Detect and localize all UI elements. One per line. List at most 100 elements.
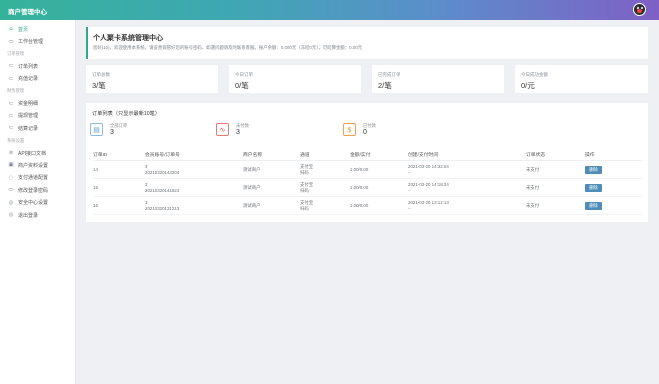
- order-number: 20210320131213: [145, 205, 180, 211]
- orders-table: 订单ID 会员账号/订单号 商户名称 通道 金额/实付 创建/支付时间 订单状态…: [93, 148, 642, 215]
- channel-type: 扫码: [300, 169, 309, 175]
- merchant-name: 测试商户: [243, 196, 300, 215]
- sidebar-item-label: 充值记录: [18, 76, 39, 83]
- sidebar-item-label: 修改登录密码: [18, 187, 49, 194]
- order-account-cell: 3 20210320131213: [145, 196, 243, 215]
- merchant-name: 测试商户: [243, 178, 300, 197]
- summary-value: 3: [110, 129, 114, 136]
- sidebar-item-label: API接口文档: [18, 150, 47, 157]
- column-header: 商户名称: [243, 148, 300, 161]
- avatar[interactable]: [633, 3, 646, 16]
- sidebar-section-settings: 系统设置: [7, 137, 25, 143]
- stat-value: 0/元: [521, 81, 535, 90]
- delete-button[interactable]: 删除: [585, 201, 602, 210]
- sidebar-item-password[interactable]: ▭ 修改登录密码: [0, 184, 75, 196]
- sidebar-item-label: 工作台管理: [18, 39, 44, 46]
- action-cell: 删除: [585, 196, 642, 215]
- sidebar-section-finance: 财务管理: [7, 88, 25, 94]
- sidebar: ⌂ 首页 ▭ 工作台管理 订单管理 ⊂ 订单列表 ⊂ 充值记录 财务管理 ⊂ 资…: [0, 20, 76, 384]
- sidebar-item-api[interactable]: ≋ API接口文档: [0, 147, 75, 159]
- summary-all-orders: ▤ 全部订单 3: [90, 122, 180, 137]
- order-id: 15: [93, 178, 145, 197]
- sidebar-item-label: 资金明细: [18, 101, 39, 108]
- order-id: 14: [93, 160, 145, 179]
- api-icon: ≋: [8, 150, 14, 157]
- column-header: 订单ID: [93, 148, 145, 161]
- sidebar-item-label: 退出登录: [18, 212, 39, 219]
- security-icon: ◎: [8, 199, 14, 206]
- orders-title: 订单列表（只显示最新10笔）: [92, 111, 161, 117]
- channel-icon: ◌: [8, 174, 14, 181]
- stat-label: 已完成订单: [378, 72, 401, 77]
- sidebar-item-order-list[interactable]: ⊂ 订单列表: [0, 60, 75, 72]
- table-row: 16 3 20210320131213 测试商户 支付宝 扫码 1.00/0.0…: [93, 196, 642, 215]
- sidebar-item-label: 商户资料设置: [18, 162, 49, 169]
- sidebar-item-funds[interactable]: ⊂ 资金明细: [0, 97, 75, 109]
- summary-paid: $ 已付款 0: [343, 122, 433, 137]
- order-account-cell: 3 20210320143204: [145, 160, 243, 179]
- status-badge: 未支付: [526, 196, 585, 215]
- sidebar-menu: ⌂ 首页 ▭ 工作台管理 订单管理 ⊂ 订单列表 ⊂ 充值记录 财务管理 ⊂ 资…: [0, 23, 75, 221]
- logout-icon: ◎: [8, 212, 14, 219]
- sidebar-item-label: 结算记录: [18, 125, 39, 132]
- sidebar-item-logout[interactable]: ◎ 退出登录: [0, 209, 75, 221]
- sidebar-item-label: 首页: [18, 26, 29, 33]
- list-icon: ⊂: [8, 63, 14, 70]
- stat-value: 2/笔: [378, 81, 392, 90]
- page-title: 个人聚卡系统管理中心: [93, 35, 163, 42]
- stat-label: 今日订单: [235, 72, 253, 77]
- sidebar-section-orders: 订单管理: [7, 50, 25, 56]
- orders-icon: ▤: [90, 123, 103, 136]
- sidebar-item-settlement[interactable]: ⊂ 结算记录: [0, 122, 75, 134]
- column-header: 会员账号/订单号: [145, 148, 243, 161]
- app-title: 商户管理中心: [8, 9, 47, 16]
- user-avatar-icon: [637, 9, 642, 13]
- sidebar-item-label: 订单列表: [18, 63, 39, 70]
- sidebar-item-dashboard[interactable]: ▭ 工作台管理: [0, 35, 75, 47]
- table-row: 14 3 20210320143204 测试商户 支付宝 扫码 1.00/0.0…: [93, 160, 642, 179]
- order-account-cell: 3 20210320141824: [145, 178, 243, 197]
- merchant-name: 测试商户: [243, 160, 300, 179]
- sidebar-item-profile[interactable]: ▣ 商户资料设置: [0, 159, 75, 171]
- column-header: 通道: [300, 148, 350, 161]
- stat-card-completed-orders: 已完成订单 2/笔: [372, 65, 504, 93]
- list-icon: ⊂: [8, 125, 14, 132]
- channel-cell: 支付宝 扫码: [300, 196, 350, 215]
- unpaid-icon: ∿: [216, 123, 229, 136]
- channel-cell: 支付宝 扫码: [300, 160, 350, 179]
- stat-card-total-orders: 订单总数 3/笔: [86, 65, 218, 93]
- paid-time: --: [408, 205, 411, 211]
- orders-card: 订单列表（只显示最新10笔） ▤ 全部订单 3 ∿ 未付款 3 $ 已付款 0 …: [86, 103, 648, 222]
- stat-value: 3/笔: [92, 81, 106, 90]
- password-icon: ▭: [8, 187, 14, 194]
- sidebar-item-withdraw[interactable]: ⊂ 提现管理: [0, 110, 75, 122]
- sidebar-item-channel[interactable]: ◌ 支付通道配置: [0, 172, 75, 184]
- dollar-icon: $: [343, 123, 356, 136]
- stat-card-today-orders: 今日订单 0/笔: [229, 65, 361, 93]
- document-icon: ▭: [8, 38, 14, 45]
- channel-type: 扫码: [300, 205, 309, 211]
- order-id: 16: [93, 196, 145, 215]
- table-row: 15 3 20210320141824 测试商户 支付宝 扫码 1.00/0.0…: [93, 178, 642, 197]
- time-cell: 2021-03-20 14:18:24 --: [408, 178, 526, 197]
- sidebar-item-label: 提现管理: [18, 113, 39, 120]
- column-header: 订单状态: [526, 148, 585, 161]
- list-icon: ⊂: [8, 75, 14, 82]
- order-amount: 1.00/0.00: [350, 160, 408, 179]
- action-cell: 删除: [585, 178, 642, 197]
- stat-label: 今日成功金额: [521, 72, 548, 77]
- summary-value: 3: [236, 129, 240, 136]
- channel-cell: 支付宝 扫码: [300, 178, 350, 197]
- order-number: 20210320141824: [145, 187, 180, 193]
- sidebar-item-security[interactable]: ◎ 安全中心设置: [0, 196, 75, 208]
- stat-value: 0/笔: [235, 81, 249, 90]
- sidebar-item-home[interactable]: ⌂ 首页: [0, 23, 75, 35]
- delete-button[interactable]: 删除: [585, 165, 602, 174]
- stat-card-today-amount: 今日成功金额 0/元: [515, 65, 648, 93]
- home-icon: ⌂: [9, 26, 13, 33]
- sidebar-item-recharge[interactable]: ⊂ 充值记录: [0, 73, 75, 85]
- delete-button[interactable]: 删除: [585, 183, 602, 192]
- welcome-text: 您好(10)，欢迎使用本系统，请妥善保管好您的账号密码，如遇问题请及时联系客服。…: [93, 45, 363, 50]
- top-header: 商户管理中心: [0, 0, 659, 20]
- sidebar-item-label: 支付通道配置: [18, 175, 49, 182]
